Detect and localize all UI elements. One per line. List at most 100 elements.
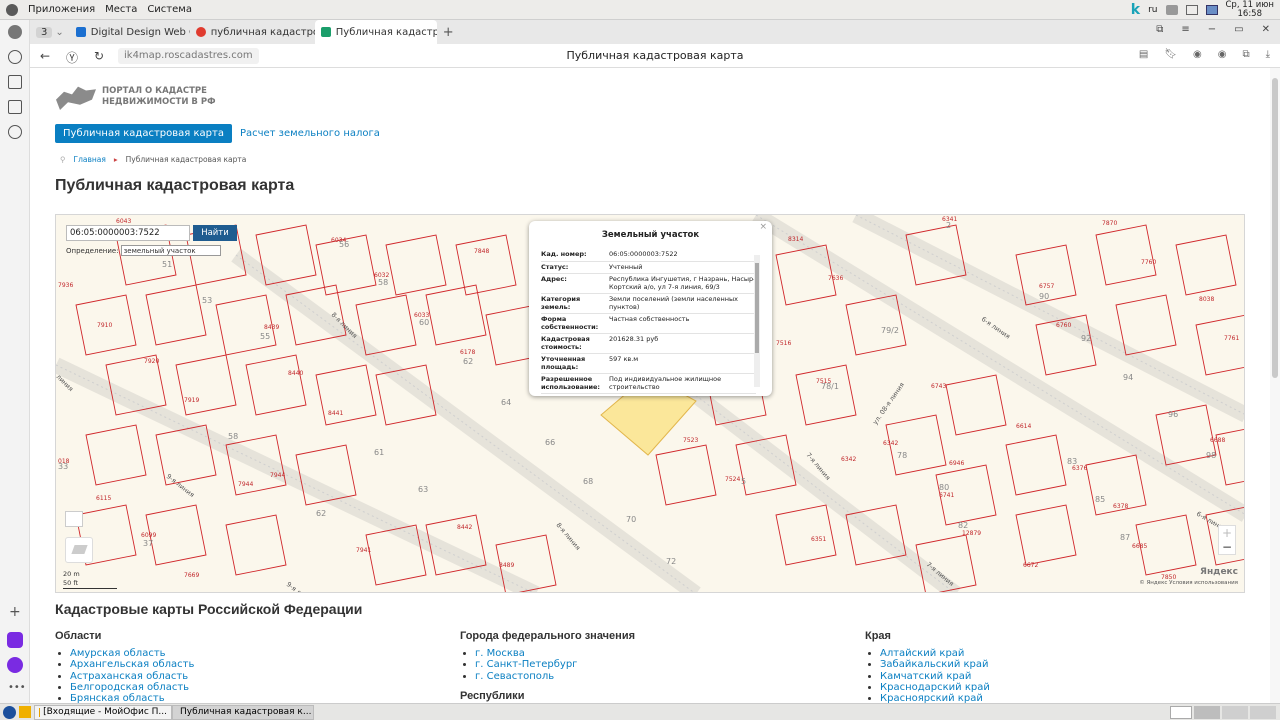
parcel-outline[interactable] bbox=[145, 284, 207, 346]
parcel-outline[interactable] bbox=[245, 354, 307, 416]
clock[interactable]: Ср, 11 июн 16:58 bbox=[1226, 1, 1275, 19]
page-scrollbar-thumb[interactable] bbox=[1272, 78, 1278, 378]
tab-group-counter[interactable]: 3 ⌄ bbox=[30, 22, 70, 42]
map-copyright[interactable]: © Яндекс Условия использования bbox=[1139, 580, 1238, 586]
ruler-icon[interactable] bbox=[65, 511, 83, 527]
workspace-3[interactable] bbox=[1250, 705, 1276, 719]
nav-land-tax[interactable]: Расчет земельного налога bbox=[232, 124, 388, 143]
parcel-outline[interactable] bbox=[425, 284, 487, 346]
bookmark-panel-icon[interactable]: ⧉ bbox=[1156, 24, 1163, 35]
new-tab-button[interactable]: + bbox=[437, 22, 460, 42]
screenshot-icon[interactable] bbox=[8, 100, 22, 114]
show-desktop-icon[interactable] bbox=[19, 706, 31, 718]
workspace-1[interactable] bbox=[1194, 705, 1220, 719]
layers-icon[interactable] bbox=[65, 537, 93, 563]
parcel-outline[interactable] bbox=[385, 234, 447, 296]
close-popup-icon[interactable]: × bbox=[759, 222, 767, 232]
yandex-logo[interactable]: Яндекс bbox=[1200, 567, 1238, 577]
network-icon[interactable] bbox=[1185, 5, 1198, 15]
parcel-outline[interactable] bbox=[85, 424, 147, 486]
list-item[interactable]: Камчатский край bbox=[880, 671, 990, 682]
menu-icon[interactable]: ≡ bbox=[1181, 24, 1189, 35]
add-panel-icon[interactable]: + bbox=[9, 604, 21, 620]
parcel-outline[interactable] bbox=[945, 374, 1007, 436]
tabs-icon[interactable] bbox=[8, 75, 22, 89]
volume-icon[interactable] bbox=[1165, 5, 1178, 15]
extension-icon[interactable]: ◉ bbox=[1193, 49, 1202, 60]
parcel-outline[interactable] bbox=[1015, 504, 1077, 566]
list-item[interactable]: г. Санкт-Петербург bbox=[475, 659, 635, 670]
page-scrollbar[interactable] bbox=[1270, 68, 1280, 703]
cadastral-map[interactable]: 6043 6034 56 7848 7936 51 53 6032 58 6033 60 7910 84… bbox=[55, 214, 1245, 593]
menu-system[interactable]: Система bbox=[147, 4, 192, 15]
close-window-icon[interactable]: ✕ bbox=[1262, 24, 1270, 35]
zoom-in-button[interactable]: + bbox=[1219, 526, 1235, 540]
parcel-outline[interactable] bbox=[1095, 224, 1157, 286]
popup-scrollbar-thumb[interactable] bbox=[755, 263, 759, 353]
parcel-number-label: 8489 bbox=[499, 562, 514, 569]
tab-yandex-search[interactable]: публичная кадастрова bbox=[190, 22, 315, 42]
history-clock-icon[interactable] bbox=[8, 125, 22, 139]
taskbar-item-label: [Входящие - МойОфис П... bbox=[43, 707, 167, 717]
cadastral-number-input[interactable]: 06:05:0000003:7522 bbox=[66, 225, 190, 241]
parcel-outline[interactable] bbox=[1175, 234, 1237, 296]
keyboard-layout[interactable]: ru bbox=[1148, 5, 1157, 15]
tab-strip: 3 ⌄ Digital Design Web Clie публичная ка… bbox=[30, 20, 1280, 44]
reader-mode-icon[interactable]: ▤ bbox=[1139, 49, 1148, 60]
restore-icon[interactable]: ▭ bbox=[1234, 24, 1243, 35]
zoom-out-button[interactable]: − bbox=[1219, 540, 1235, 554]
list-item[interactable]: Красноярский край bbox=[880, 693, 990, 703]
list-item[interactable]: Амурская область bbox=[70, 648, 194, 659]
download-icon[interactable]: ⤓ bbox=[1266, 49, 1270, 60]
collections-icon[interactable]: ⧉ bbox=[1242, 49, 1249, 60]
list-item[interactable]: г. Москва bbox=[475, 648, 635, 659]
tab-digital-design[interactable]: Digital Design Web Clie bbox=[70, 22, 190, 42]
taskbar-item-mail[interactable]: [Входящие - МойОфис П... bbox=[34, 704, 172, 720]
list-item[interactable]: Забайкальский край bbox=[880, 659, 990, 670]
bookmark-icon[interactable]: 🔖︎ bbox=[1164, 49, 1177, 60]
parcel-outline[interactable] bbox=[1195, 314, 1245, 376]
tray-yandex-icon[interactable] bbox=[1170, 705, 1192, 719]
definition-select[interactable]: земельный участок bbox=[120, 245, 221, 256]
list-item[interactable]: г. Севастополь bbox=[475, 671, 635, 682]
list-item[interactable]: Краснодарский край bbox=[880, 682, 990, 693]
taskbar-item-browser[interactable]: Публичная кадастровая к... bbox=[172, 704, 314, 720]
list-item[interactable]: Белгородская область bbox=[70, 682, 194, 693]
breadcrumb-home[interactable]: Главная bbox=[74, 155, 106, 164]
parcel-outline[interactable] bbox=[175, 354, 237, 416]
find-button[interactable]: Найти bbox=[193, 225, 237, 241]
parcel-outline[interactable] bbox=[795, 364, 857, 426]
info-value: Учтенный bbox=[609, 261, 756, 274]
site-logo[interactable]: ПОРТАЛ О КАДАСТРЕ НЕДВИЖИМОСТИ В РФ bbox=[56, 84, 216, 110]
workspace-2[interactable] bbox=[1222, 705, 1248, 719]
parcel-outline[interactable] bbox=[455, 234, 517, 296]
messenger-icon[interactable] bbox=[7, 632, 23, 648]
workspace-switcher[interactable] bbox=[1170, 705, 1276, 719]
extension-icon[interactable]: ◉ bbox=[1218, 49, 1227, 60]
nav-cadastral-map[interactable]: Публичная кадастровая карта bbox=[55, 124, 232, 143]
k-app-icon[interactable]: k bbox=[1131, 2, 1140, 18]
more-icon[interactable]: ••• bbox=[8, 682, 26, 693]
alice-icon[interactable] bbox=[7, 657, 23, 673]
system-logo-icon[interactable] bbox=[6, 3, 18, 16]
start-menu-icon[interactable] bbox=[3, 705, 16, 719]
parcel-outline[interactable] bbox=[315, 364, 377, 426]
menu-places[interactable]: Места bbox=[105, 4, 137, 15]
parcel-outline[interactable] bbox=[1005, 434, 1067, 496]
minimize-icon[interactable]: − bbox=[1208, 24, 1216, 35]
display-icon[interactable] bbox=[1205, 5, 1218, 15]
tab-cadastral-map[interactable]: Публичная кадастрова × bbox=[314, 20, 437, 44]
parcel-number-label: 7848 bbox=[474, 248, 489, 255]
popup-scrollbar[interactable] bbox=[754, 255, 760, 387]
menu-applications[interactable]: Приложения bbox=[28, 4, 95, 15]
list-item[interactable]: Брянская область bbox=[70, 693, 194, 703]
parcel-outline[interactable] bbox=[225, 514, 287, 576]
list-item[interactable]: Астраханская область bbox=[70, 671, 194, 682]
play-icon[interactable] bbox=[8, 50, 22, 64]
parcel-outline[interactable] bbox=[1215, 425, 1245, 486]
list-item[interactable]: Алтайский край bbox=[880, 648, 990, 659]
profile-avatar-icon[interactable] bbox=[8, 25, 22, 39]
list-item[interactable]: Архангельская область bbox=[70, 659, 194, 670]
parcel-outline[interactable] bbox=[775, 504, 837, 566]
parcel-outline[interactable] bbox=[655, 444, 717, 506]
